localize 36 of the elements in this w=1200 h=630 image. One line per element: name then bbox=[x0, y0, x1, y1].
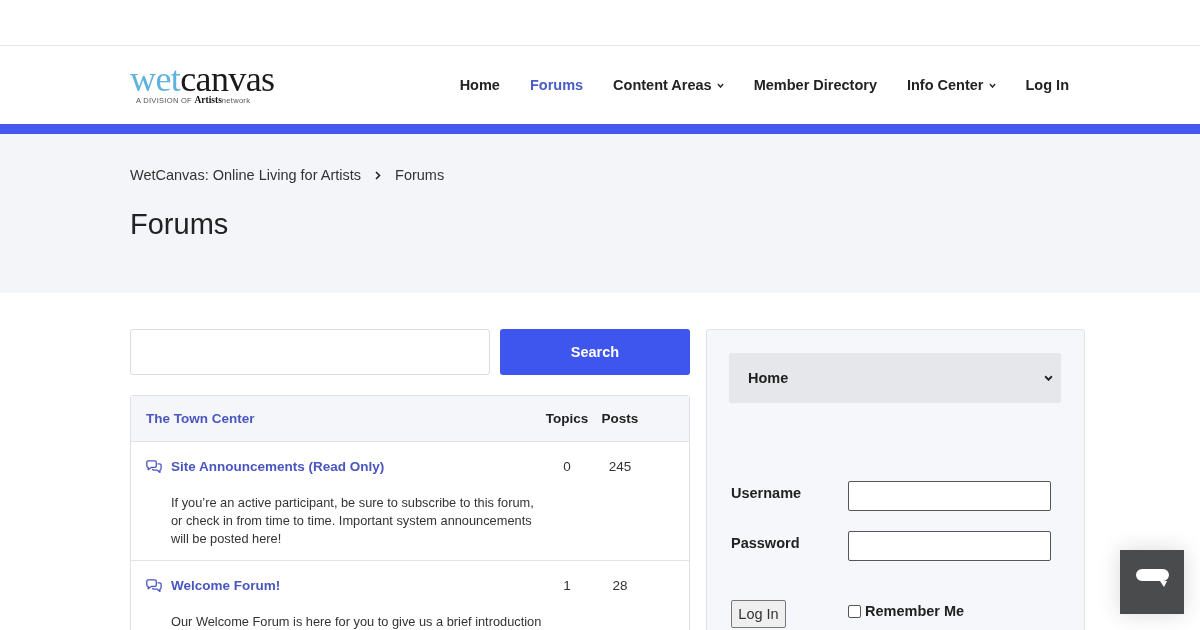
speech-bubbles-icon bbox=[146, 578, 162, 592]
posts-count: 245 bbox=[607, 458, 633, 474]
remember-label[interactable]: Remember Me bbox=[865, 603, 965, 619]
field-label: Password bbox=[731, 534, 800, 552]
topics-count: 1 bbox=[562, 577, 572, 593]
forum-description: Our Welcome Forum is here for you to give us a brief introduction bbox=[171, 613, 543, 630]
breadcrumb-link[interactable]: Forums bbox=[395, 165, 445, 185]
search-field[interactable] bbox=[130, 329, 490, 375]
forum-description: If you’re an active participant, be sure to subscribe to this forum, or check in from time to time. Important system announcements will be posted here! bbox=[171, 494, 535, 548]
speech-bubbles-icon bbox=[146, 459, 162, 473]
chevron-right-icon bbox=[375, 170, 382, 180]
navigation-select[interactable]: Home bbox=[729, 353, 1061, 403]
login-button[interactable]: Log In bbox=[731, 600, 786, 628]
nav-link[interactable]: Forums bbox=[529, 77, 584, 93]
category-link[interactable]: The Town Center bbox=[146, 411, 255, 426]
column-header: Posts bbox=[600, 411, 640, 426]
input-field[interactable] bbox=[848, 481, 1051, 511]
nav-link[interactable]: Info Center bbox=[906, 77, 996, 93]
logo-wordmark[interactable]: wetcanvas bbox=[130, 64, 275, 94]
forum-title-link[interactable]: Site Announcements (Read Only) bbox=[171, 458, 385, 474]
nav-link[interactable]: Content Areas bbox=[613, 77, 724, 93]
chevron-down-icon bbox=[1044, 375, 1053, 381]
forum-title-link[interactable]: Welcome Forum! bbox=[171, 577, 281, 593]
page-title: Forums bbox=[130, 207, 229, 241]
posts-count: 28 bbox=[611, 577, 629, 593]
input-field[interactable] bbox=[848, 531, 1051, 561]
topics-count: 0 bbox=[562, 458, 572, 474]
remember-checkbox[interactable] bbox=[848, 604, 861, 618]
nav-link[interactable]: Home bbox=[459, 77, 500, 93]
nav-link[interactable]: Member Directory bbox=[753, 77, 877, 93]
breadcrumb-link[interactable]: WetCanvas: Online Living for Artists bbox=[130, 165, 362, 185]
column-header: Topics bbox=[544, 411, 590, 426]
nav-link[interactable]: Log In bbox=[1025, 77, 1069, 93]
field-label: Username bbox=[731, 484, 802, 502]
chat-button[interactable] bbox=[1120, 550, 1184, 614]
search-button[interactable]: Search bbox=[500, 329, 690, 375]
